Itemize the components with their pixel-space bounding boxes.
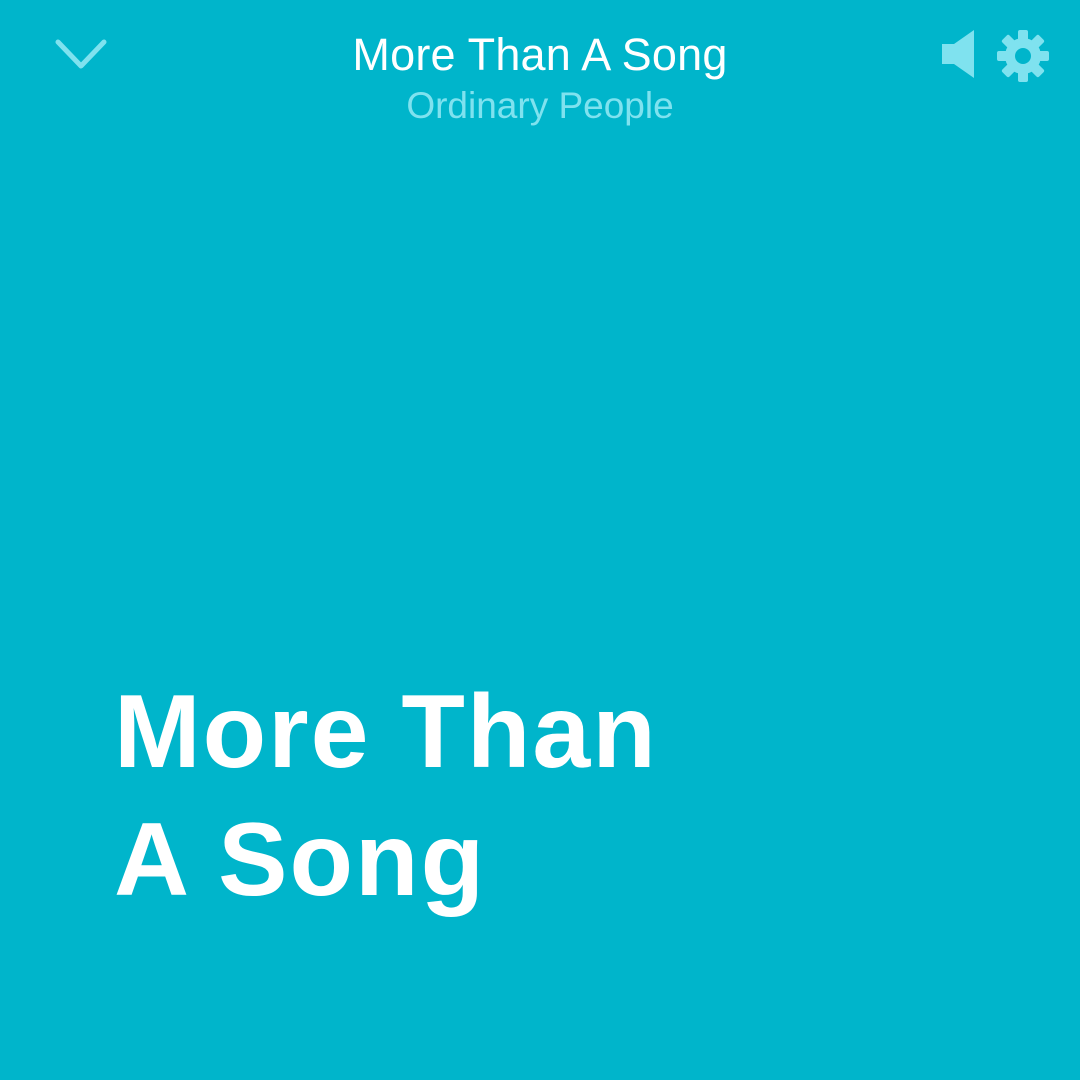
song-player-screen: More Than A Song Ordinary People More Th… xyxy=(0,0,1080,1080)
gear-icon xyxy=(997,30,1049,82)
lyric-line: A Song xyxy=(114,802,487,918)
artist-name: Ordinary People xyxy=(406,85,674,126)
lyric-display: More Than A Song xyxy=(114,668,814,924)
sound-button[interactable] xyxy=(936,26,980,82)
settings-button[interactable] xyxy=(995,28,1051,84)
song-header: More Than A Song Ordinary People xyxy=(240,28,840,130)
speaker-icon xyxy=(942,30,974,78)
collapse-button[interactable] xyxy=(52,30,110,78)
chevron-down-icon xyxy=(55,39,107,69)
lyric-line: More Than xyxy=(114,674,658,790)
song-title: More Than A Song xyxy=(352,29,728,80)
